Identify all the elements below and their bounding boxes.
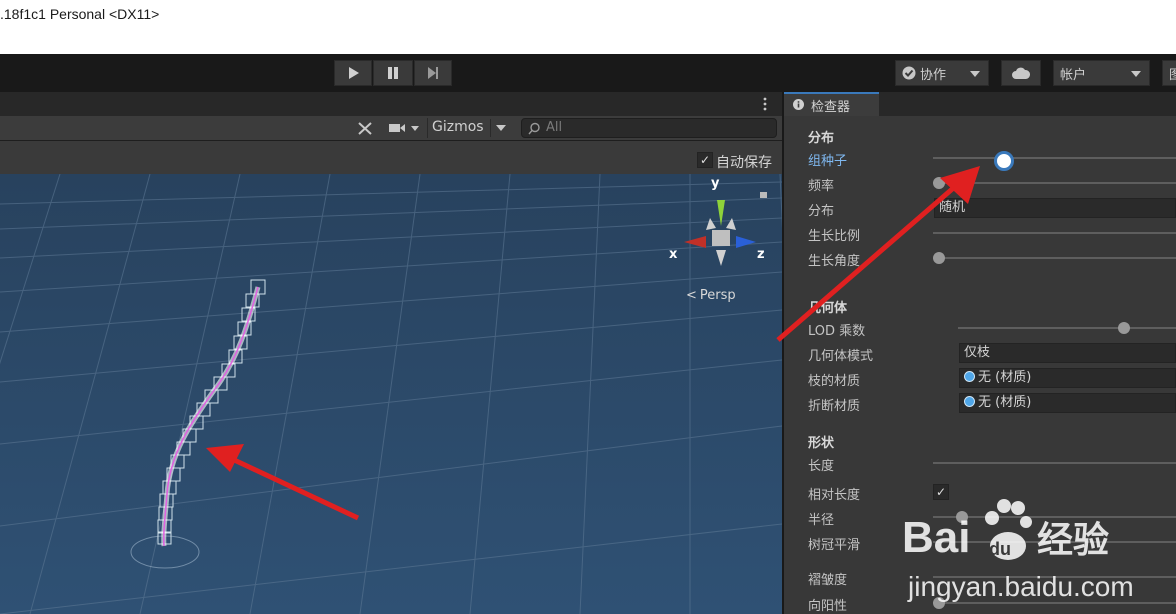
gizmos-dropdown[interactable]: Gizmos [427,118,512,138]
chevron-down-icon [496,125,506,131]
svg-text:Bai: Bai [902,513,970,562]
inspector-tab-label: 检查器 [811,100,851,115]
break-material-label: 折断材质 [808,399,861,414]
search-placeholder: All [546,120,563,135]
chevron-down-icon [970,71,980,77]
relative-length-label: 相对长度 [808,488,861,503]
length-curve[interactable] [933,462,1176,464]
seek-sun-label: 向阳性 [808,599,848,614]
persp-toggle[interactable]: < Persp [686,288,736,303]
watermark-url: jingyan.baidu.com [907,571,1134,602]
svg-text:经验: 经验 [1037,520,1109,561]
svg-text:du: du [989,539,1011,559]
branch-material-field[interactable]: 无 (材质) [959,368,1176,388]
material-object-icon [964,371,975,382]
lod-multiplier-slider-thumb[interactable] [1118,322,1130,334]
tools-icon[interactable] [356,120,374,136]
cloud-button[interactable] [1001,60,1041,86]
crinkliness-label: 褶皱度 [808,573,848,588]
chevron-down-icon [1131,71,1141,77]
branch-material-value: 无 (材质) [978,370,1032,385]
play-icon [349,67,359,79]
camera-icon[interactable] [388,121,422,135]
baidu-jingyan-watermark: Bai 经验 jingyan.baidu.com du [902,499,1134,602]
autosave-label: 自动保存 [716,155,772,171]
axis-z-label: z [757,247,765,262]
pause-button[interactable] [373,60,413,86]
layers-label: 图 [1169,67,1176,83]
info-icon [793,99,804,110]
gizmos-label: Gizmos [432,119,484,135]
scene-tab-bar [0,92,782,116]
title-bar: .18f1c1 Personal <DX11> [0,0,1176,54]
axis-y-label: y [711,176,720,191]
more-menu-icon[interactable] [762,97,768,111]
break-material-field[interactable]: 无 (材质) [959,393,1176,413]
radius-label: 半径 [808,513,835,528]
material-object-icon [964,396,975,407]
account-label: 帐户 [1060,67,1087,83]
pause-icon [388,67,398,79]
step-icon [428,67,438,79]
autosave-checkbox[interactable]: ✓ [697,152,713,168]
main-toolbar: 协作 帐户 图 [0,54,1176,92]
annotation-arrow-inspector [776,166,980,342]
lock-icon[interactable] [760,192,767,198]
search-icon [528,122,540,135]
group-seed-slider[interactable] [933,157,1176,159]
section-shape-header: 形状 [808,436,835,451]
scene-viewport[interactable]: y x z < Persp [0,174,782,614]
section-distribution-header: 分布 [808,131,835,146]
prefab-mode-bar: ✓ 自动保存 [0,141,782,174]
search-input[interactable]: All [521,118,777,138]
scene-toolbar: Gizmos All [0,116,782,141]
branch-material-label: 枝的材质 [808,374,861,389]
play-button[interactable] [334,60,372,86]
gizmos-caret-area [490,119,511,137]
step-button[interactable] [414,60,452,86]
collab-check-icon [902,66,916,80]
tab-inspector[interactable]: 检查器 [784,92,879,116]
cloud-icon [1012,67,1031,79]
account-dropdown[interactable]: 帐户 [1053,60,1150,86]
persp-chevron-icon: < [686,288,697,303]
collab-label: 协作 [920,67,947,83]
break-material-value: 无 (材质) [978,395,1032,410]
crown-smooth-label: 树冠平滑 [808,538,861,553]
length-label: 长度 [808,459,835,474]
scene-grid [0,174,782,614]
window-title: .18f1c1 Personal <DX11> [0,6,160,22]
layers-dropdown[interactable]: 图 [1162,60,1176,86]
collab-dropdown[interactable]: 协作 [895,60,989,86]
persp-label: Persp [699,288,736,303]
axis-x-label: x [669,247,678,262]
